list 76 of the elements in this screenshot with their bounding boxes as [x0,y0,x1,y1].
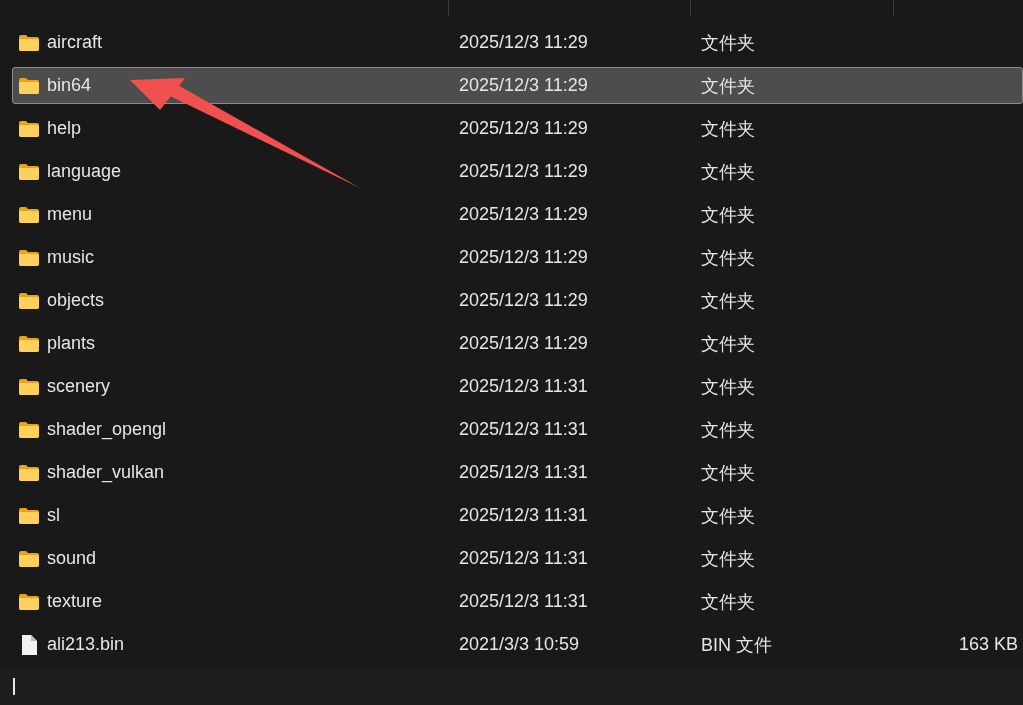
file-type: 文件夹 [701,75,755,96]
folder-icon [18,463,40,482]
file-type: 文件夹 [701,505,755,526]
modified-date: 2025/12/3 11:31 [459,462,588,482]
file-type: 文件夹 [701,204,755,225]
file-row[interactable]: shader_opengl 2025/12/3 11:31 文件夹 [12,408,1023,451]
modified-date: 2021/3/3 10:59 [459,634,580,654]
text-cursor [13,678,15,695]
modified-date: 2025/12/3 11:29 [459,75,588,95]
file-row[interactable]: bin64 2025/12/3 11:29 文件夹 [12,67,1023,104]
file-type: BIN 文件 [701,634,772,655]
folder-icon [18,420,40,439]
file-name: aircraft [47,32,102,53]
file-name: sl [47,505,60,526]
folder-icon [18,549,40,568]
file-name: shader_opengl [47,419,167,440]
file-type: 文件夹 [701,247,755,268]
file-row[interactable]: help 2025/12/3 11:29 文件夹 [12,107,1023,150]
folder-icon [18,248,40,267]
file-name: bin64 [47,75,92,96]
folder-icon [18,76,40,95]
file-row[interactable]: objects 2025/12/3 11:29 文件夹 [12,279,1023,322]
file-name: ali213.bin [47,634,125,655]
file-type: 文件夹 [701,548,755,569]
file-row[interactable]: language 2025/12/3 11:29 文件夹 [12,150,1023,193]
modified-date: 2025/12/3 11:29 [459,204,588,224]
folder-icon [18,119,40,138]
file-row[interactable]: aircraft 2025/12/3 11:29 文件夹 [12,21,1023,64]
file-name: plants [47,333,96,354]
modified-date: 2025/12/3 11:31 [459,505,588,525]
file-type: 文件夹 [701,462,755,483]
file-name: objects [47,290,105,311]
modified-date: 2025/12/3 11:29 [459,290,588,310]
file-row[interactable]: sound 2025/12/3 11:31 文件夹 [12,537,1023,580]
modified-date: 2025/12/3 11:31 [459,548,588,568]
modified-date: 2025/12/3 11:31 [459,419,588,439]
file-type: 文件夹 [701,161,755,182]
modified-date: 2025/12/3 11:29 [459,333,588,353]
file-name: sound [47,548,97,569]
file-name: music [47,247,94,268]
file-type: 文件夹 [701,290,755,311]
file-row[interactable]: scenery 2025/12/3 11:31 文件夹 [12,365,1023,408]
folder-icon [18,506,40,525]
folder-icon [18,592,40,611]
file-type: 文件夹 [701,333,755,354]
file-name: texture [47,591,103,612]
folder-icon [18,291,40,310]
file-name: menu [47,204,93,225]
file-name: language [47,161,122,182]
folder-icon [18,205,40,224]
folder-icon [18,33,40,52]
file-name: scenery [47,376,111,397]
file-row[interactable]: shader_vulkan 2025/12/3 11:31 文件夹 [12,451,1023,494]
modified-date: 2025/12/3 11:31 [459,591,588,611]
file-type: 文件夹 [701,376,755,397]
file-row[interactable]: plants 2025/12/3 11:29 文件夹 [12,322,1023,365]
file-type: 文件夹 [701,32,755,53]
modified-date: 2025/12/3 11:29 [459,32,588,52]
modified-date: 2025/12/3 11:29 [459,118,588,138]
file-row[interactable]: sl 2025/12/3 11:31 文件夹 [12,494,1023,537]
folder-icon [18,162,40,181]
file-type: 文件夹 [701,118,755,139]
file-name: shader_vulkan [47,462,165,483]
file-type: 文件夹 [701,591,755,612]
modified-date: 2025/12/3 11:31 [459,376,588,396]
file-type: 文件夹 [701,419,755,440]
file-size: 163 KB [958,634,1018,654]
file-row[interactable]: texture 2025/12/3 11:31 文件夹 [12,580,1023,623]
modified-date: 2025/12/3 11:29 [459,161,588,181]
file-name: help [47,118,82,139]
folder-icon [18,334,40,353]
folder-icon [18,377,40,396]
file-row[interactable]: music 2025/12/3 11:29 文件夹 [12,236,1023,279]
file-row[interactable]: menu 2025/12/3 11:29 文件夹 [12,193,1023,236]
modified-date: 2025/12/3 11:29 [459,247,588,267]
file-row[interactable]: ali213.bin 2021/3/3 10:59 BIN 文件 163 KB [12,623,1023,666]
